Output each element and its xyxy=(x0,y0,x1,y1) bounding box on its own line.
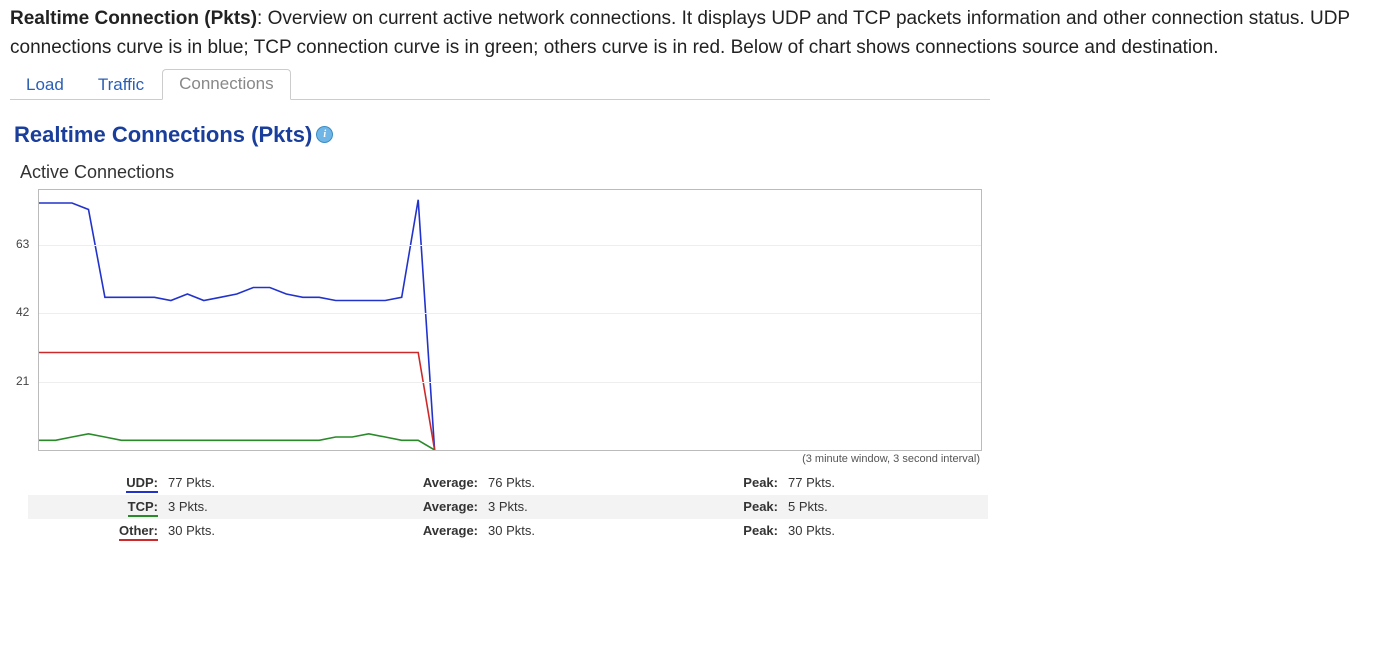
series-label: Other: xyxy=(28,523,168,538)
series-label: TCP: xyxy=(28,499,168,514)
peak-label: Peak: xyxy=(688,475,788,490)
avg-label: Average: xyxy=(368,499,488,514)
stats-row: Other:30 Pkts.Average:30 Pkts.Peak:30 Pk… xyxy=(28,519,988,543)
avg-label: Average: xyxy=(368,523,488,538)
avg-label: Average: xyxy=(368,475,488,490)
y-tick-label: 42 xyxy=(16,305,34,319)
tab-connections[interactable]: Connections xyxy=(162,69,291,100)
chart: (3 minute window, 3 second interval) 214… xyxy=(20,189,980,465)
current-value: 3 Pkts. xyxy=(168,499,368,514)
chart-svg xyxy=(39,190,981,450)
series-label: UDP: xyxy=(28,475,168,490)
stats-row: TCP:3 Pkts.Average:3 Pkts.Peak:5 Pkts. xyxy=(28,495,988,519)
section-title-text: Realtime Connections (Pkts) xyxy=(14,122,312,148)
stats-table: UDP:77 Pkts.Average:76 Pkts.Peak:77 Pkts… xyxy=(28,471,988,543)
current-value: 77 Pkts. xyxy=(168,475,368,490)
avg-value: 30 Pkts. xyxy=(488,523,688,538)
series-udp xyxy=(39,200,435,450)
peak-value: 30 Pkts. xyxy=(788,523,948,538)
stats-row: UDP:77 Pkts.Average:76 Pkts.Peak:77 Pkts… xyxy=(28,471,988,495)
tab-traffic[interactable]: Traffic xyxy=(82,71,160,100)
intro-title: Realtime Connection (Pkts) xyxy=(10,8,257,29)
chart-title: Active Connections xyxy=(20,162,990,183)
peak-value: 5 Pkts. xyxy=(788,499,948,514)
avg-value: 76 Pkts. xyxy=(488,475,688,490)
avg-value: 3 Pkts. xyxy=(488,499,688,514)
tab-load[interactable]: Load xyxy=(10,71,80,100)
peak-label: Peak: xyxy=(688,523,788,538)
section-title: Realtime Connections (Pkts) i xyxy=(14,122,990,148)
peak-label: Peak: xyxy=(688,499,788,514)
y-tick-label: 63 xyxy=(16,237,34,251)
info-icon[interactable]: i xyxy=(316,126,333,143)
tabs-bar: Load Traffic Connections xyxy=(10,69,990,100)
chart-plot-area xyxy=(38,189,982,451)
current-value: 30 Pkts. xyxy=(168,523,368,538)
intro-paragraph: Realtime Connection (Pkts): Overview on … xyxy=(10,4,1385,63)
series-tcp xyxy=(39,434,435,450)
y-tick-label: 21 xyxy=(16,374,34,388)
chart-footnote: (3 minute window, 3 second interval) xyxy=(38,453,980,465)
peak-value: 77 Pkts. xyxy=(788,475,948,490)
